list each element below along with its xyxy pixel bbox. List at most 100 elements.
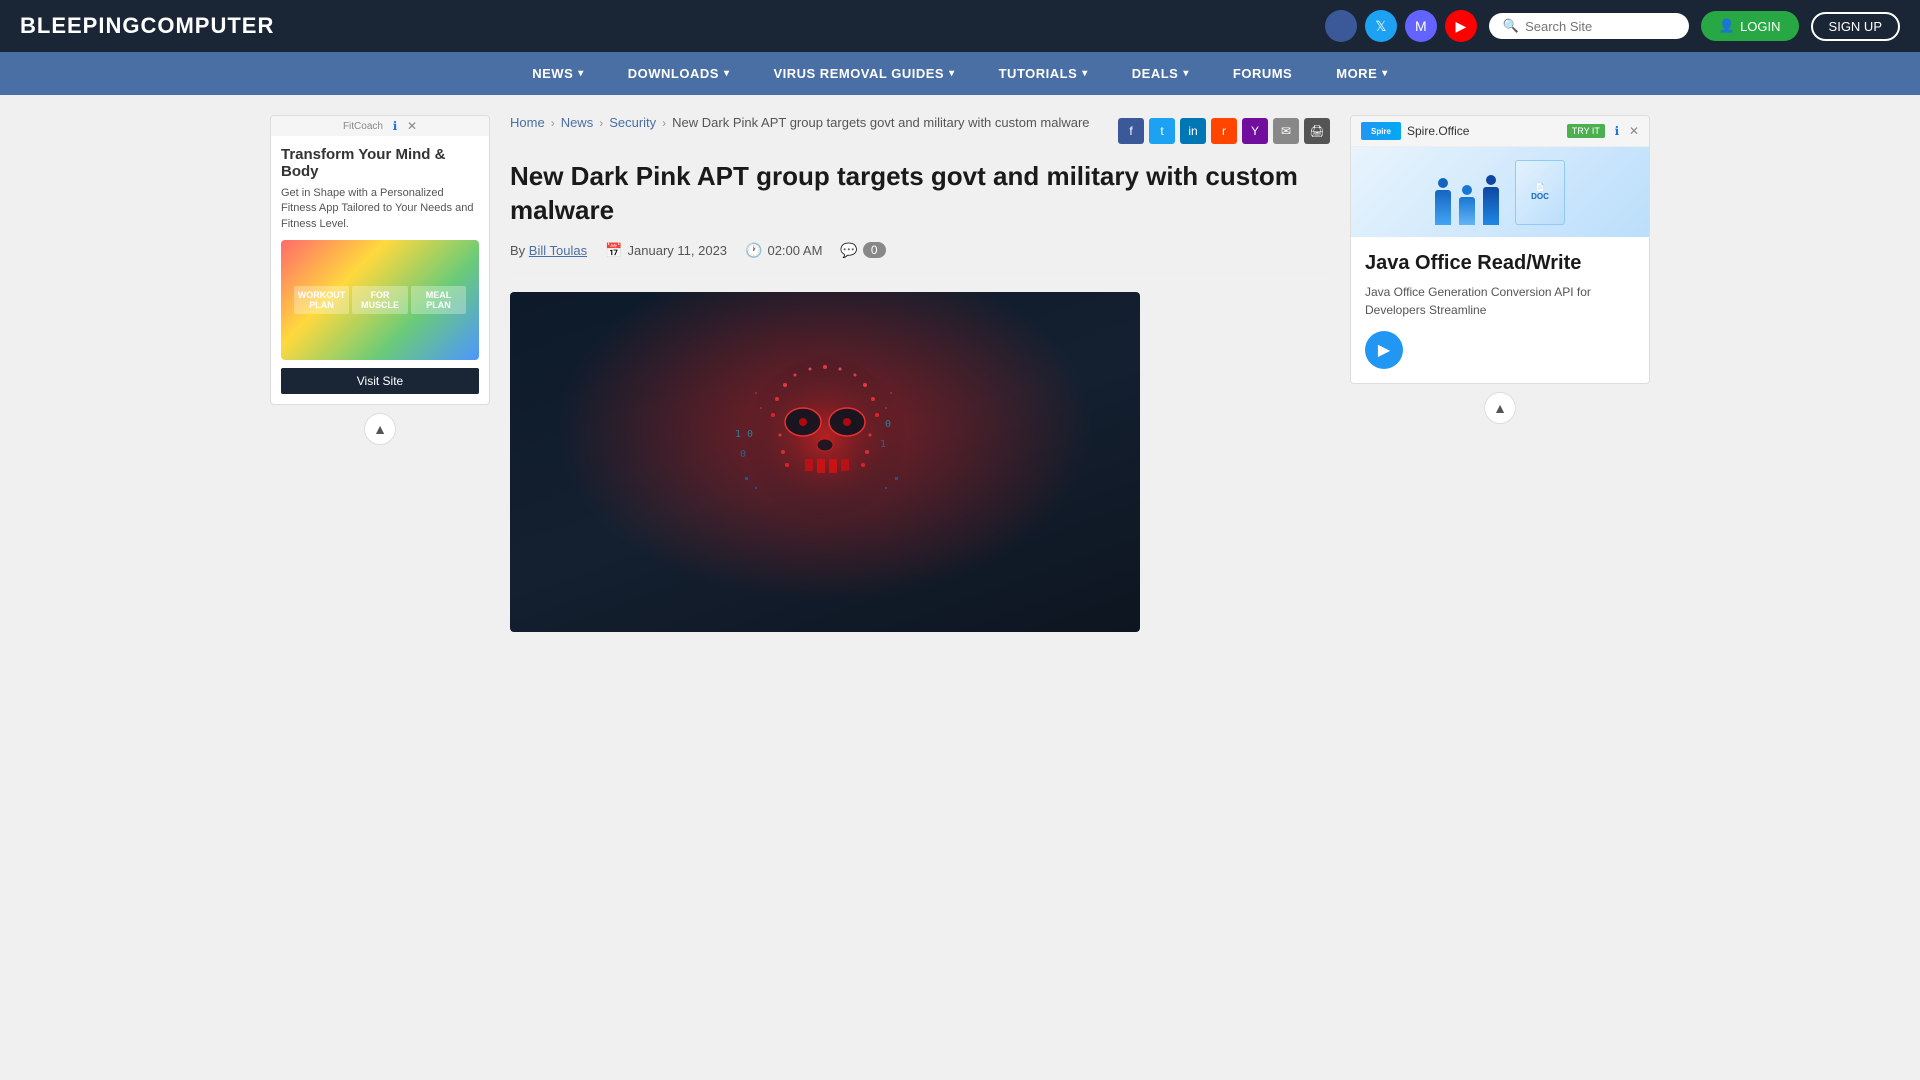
comments-count: 0 bbox=[863, 242, 886, 258]
right-scroll-up-button[interactable]: ▲ bbox=[1484, 392, 1516, 424]
left-ad-box: FitCoach ℹ ✕ Transform Your Mind & Body … bbox=[270, 115, 490, 405]
twitter-icon[interactable]: 𝕏 bbox=[1365, 10, 1397, 42]
nav-item-deals[interactable]: DEALS ▾ bbox=[1110, 52, 1211, 95]
svg-text:0: 0 bbox=[740, 449, 746, 460]
nav-virus-label: VIRUS REMOVAL GUIDES bbox=[773, 66, 944, 81]
article-comments-item: 💬 0 bbox=[840, 242, 885, 259]
main-content: Home › News › Security › New Dark Pink A… bbox=[490, 115, 1350, 632]
login-user-icon: 👤 bbox=[1719, 18, 1735, 34]
nav-more-label: MORE bbox=[1336, 66, 1377, 81]
logo-text1: BLEEPING bbox=[20, 13, 140, 38]
nav-tutorials-arrow: ▾ bbox=[1082, 68, 1088, 79]
share-print-button[interactable]: 🖨 bbox=[1304, 118, 1330, 144]
signup-button[interactable]: SIGN UP bbox=[1811, 12, 1900, 41]
nav-item-virus[interactable]: VIRUS REMOVAL GUIDES ▾ bbox=[751, 52, 976, 95]
breadcrumb-current: New Dark Pink APT group targets govt and… bbox=[672, 115, 1089, 130]
share-linkedin-button[interactable]: in bbox=[1180, 118, 1206, 144]
article-meta: By Bill Toulas 📅 January 11, 2023 🕐 02:0… bbox=[510, 242, 1330, 274]
by-label: By bbox=[510, 243, 525, 258]
svg-text:1: 1 bbox=[880, 439, 886, 450]
nav-deals-arrow: ▾ bbox=[1183, 68, 1189, 79]
nav-virus-arrow: ▾ bbox=[949, 68, 955, 79]
right-ad-close-button[interactable]: ✕ bbox=[1629, 124, 1639, 138]
signup-label: SIGN UP bbox=[1829, 19, 1882, 34]
right-ad-info-button[interactable]: ℹ bbox=[1609, 123, 1625, 139]
left-sidebar: FitCoach ℹ ✕ Transform Your Mind & Body … bbox=[270, 115, 490, 632]
right-ad-title: Java Office Read/Write bbox=[1365, 251, 1635, 275]
share-reddit-button[interactable]: r bbox=[1211, 118, 1237, 144]
breadcrumb-sep-3: › bbox=[662, 116, 666, 130]
site-logo[interactable]: BLEEPINGCOMPUTER bbox=[20, 13, 274, 39]
header-right:  𝕏 M ▶ 🔍 👤 LOGIN SIGN UP bbox=[1325, 10, 1900, 42]
nav-deals-label: DEALS bbox=[1132, 66, 1179, 81]
play-icon: ▶ bbox=[1378, 340, 1390, 360]
svg-text:1 0: 1 0 bbox=[735, 429, 753, 440]
nav-downloads-arrow: ▾ bbox=[724, 68, 730, 79]
nav-item-tutorials[interactable]: TUTORIALS ▾ bbox=[977, 52, 1110, 95]
breadcrumb-security[interactable]: Security bbox=[609, 115, 656, 130]
logo-text2: COMPUTER bbox=[140, 13, 274, 38]
right-ad-header: Spire Spire.Office TRY IT ℹ ✕ bbox=[1351, 116, 1649, 147]
breadcrumb-home[interactable]: Home bbox=[510, 115, 545, 130]
article-image-placeholder: 1 0 0 0 1 bbox=[510, 292, 1140, 632]
article-time-item: 🕐 02:00 AM bbox=[745, 242, 822, 259]
social-icons-group:  𝕏 M ▶ bbox=[1325, 10, 1477, 42]
ad-description: Get in Shape with a Personalized Fitness… bbox=[281, 186, 479, 232]
search-input[interactable] bbox=[1525, 19, 1675, 34]
article-date: January 11, 2023 bbox=[628, 243, 728, 258]
nav-news-label: NEWS bbox=[532, 66, 573, 81]
youtube-icon[interactable]: ▶ bbox=[1445, 10, 1477, 42]
search-bar: 🔍 bbox=[1489, 13, 1689, 39]
login-button[interactable]: 👤 LOGIN bbox=[1701, 11, 1799, 41]
right-ad-logo: Spire Spire.Office bbox=[1361, 122, 1469, 140]
left-scroll-up-button[interactable]: ▲ bbox=[364, 413, 396, 445]
ad-info-button[interactable]: ℹ bbox=[387, 118, 403, 134]
ad-visit-label: Visit Site bbox=[357, 374, 403, 388]
ad-brand-label: FitCoach bbox=[343, 121, 383, 132]
share-facebook-button[interactable]: f bbox=[1118, 118, 1144, 144]
share-twitter-button[interactable]: t bbox=[1149, 118, 1175, 144]
right-ad-desc: Java Office Generation Conversion API fo… bbox=[1365, 283, 1635, 319]
nav-item-news[interactable]: NEWS ▾ bbox=[510, 52, 606, 95]
right-ad-play-button[interactable]: ▶ bbox=[1365, 331, 1403, 369]
right-ad-box: Spire Spire.Office TRY IT ℹ ✕ bbox=[1350, 115, 1650, 384]
share-icons: f t in r Y ✉ 🖨 bbox=[1118, 118, 1330, 144]
ad-visit-button[interactable]: Visit Site bbox=[281, 368, 479, 394]
right-ad-cta: ▶ bbox=[1365, 331, 1635, 369]
main-nav: NEWS ▾ DOWNLOADS ▾ VIRUS REMOVAL GUIDES … bbox=[0, 52, 1920, 95]
login-label: LOGIN bbox=[1740, 19, 1780, 34]
svg-text:0: 0 bbox=[885, 419, 891, 430]
calendar-icon: 📅 bbox=[605, 242, 622, 259]
right-sidebar: Spire Spire.Office TRY IT ℹ ✕ bbox=[1350, 115, 1650, 632]
ad-image: WORKOUTPLAN FORMUSCLE MEALPLAN bbox=[281, 240, 479, 360]
share-email-button[interactable]: ✉ bbox=[1273, 118, 1299, 144]
share-yahoo-button[interactable]: Y bbox=[1242, 118, 1268, 144]
comment-icon: 💬 bbox=[840, 242, 857, 259]
breadcrumb-sep-1: › bbox=[551, 116, 555, 130]
breadcrumb-sep-2: › bbox=[599, 116, 603, 130]
nav-more-arrow: ▾ bbox=[1382, 68, 1388, 79]
right-ad-company: Spire.Office bbox=[1407, 124, 1469, 138]
article-time: 02:00 AM bbox=[767, 243, 822, 258]
ad-content: Transform Your Mind & Body Get in Shape … bbox=[271, 136, 489, 404]
right-ad-content: Java Office Read/Write Java Office Gener… bbox=[1351, 237, 1649, 383]
clock-icon: 🕐 bbox=[745, 242, 762, 259]
right-ad-image: 📄DOC bbox=[1351, 147, 1649, 237]
nav-item-downloads[interactable]: DOWNLOADS ▾ bbox=[606, 52, 752, 95]
nav-item-more[interactable]: MORE ▾ bbox=[1314, 52, 1410, 95]
content-wrapper: FitCoach ℹ ✕ Transform Your Mind & Body … bbox=[260, 95, 1660, 652]
breadcrumb-share-row: Home › News › Security › New Dark Pink A… bbox=[510, 115, 1330, 146]
ad-title: Transform Your Mind & Body bbox=[281, 146, 479, 180]
nav-downloads-label: DOWNLOADS bbox=[628, 66, 719, 81]
skull-illustration: 1 0 0 0 1 bbox=[725, 347, 925, 577]
search-icon: 🔍 bbox=[1503, 18, 1519, 34]
facebook-icon[interactable]:  bbox=[1325, 10, 1357, 42]
ad-close-button[interactable]: ✕ bbox=[407, 119, 417, 133]
nav-forums-label: FORUMS bbox=[1233, 66, 1292, 81]
mastodon-icon[interactable]: M bbox=[1405, 10, 1437, 42]
nav-tutorials-label: TUTORIALS bbox=[999, 66, 1078, 81]
article-author[interactable]: Bill Toulas bbox=[529, 243, 587, 258]
nav-item-forums[interactable]: FORUMS bbox=[1211, 52, 1314, 95]
breadcrumb-news[interactable]: News bbox=[561, 115, 594, 130]
article-date-item: 📅 January 11, 2023 bbox=[605, 242, 727, 259]
